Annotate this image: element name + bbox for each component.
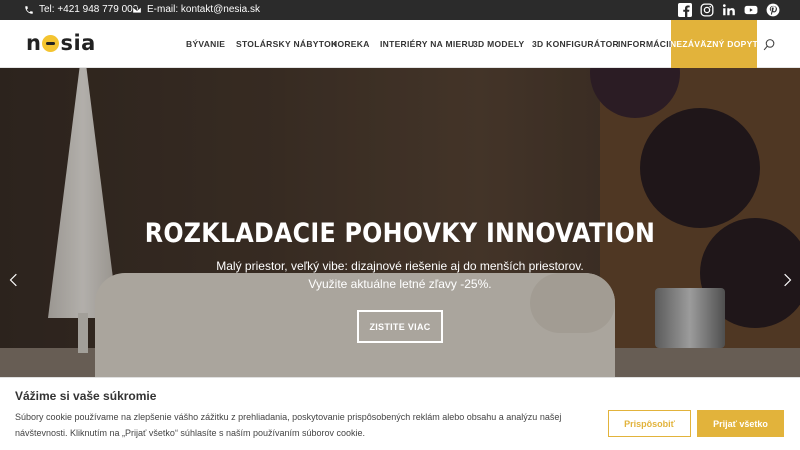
inquiry-button[interactable]: NEZÁVÄZNÝ DOPYT	[670, 20, 758, 68]
nav-item-interiery-na-mieru[interactable]: INTERIÉRY NA MIERU	[380, 39, 474, 49]
hero-subtitle-discount: Využite aktuálne letné zľavy -25%.	[308, 277, 492, 291]
logo-e-mark	[42, 34, 60, 52]
logo-text-left: n	[26, 31, 42, 55]
nav-item-horeka[interactable]: HOREKA	[331, 39, 370, 49]
nav-item-3d-modely[interactable]: 3D MODELY	[473, 39, 525, 49]
phone-icon	[25, 5, 33, 14]
chevron-right-icon	[784, 273, 792, 287]
hero-subtitle: Malý priestor, veľký vibe: dizajnové rie…	[216, 259, 584, 273]
cookie-text-line2: návštevnosti. Kliknutím na „Prijať všetk…	[15, 428, 366, 438]
nav-item-3d-konfigurator[interactable]: 3D KONFIGURÁTOR	[532, 39, 619, 49]
search-icon[interactable]	[763, 38, 776, 51]
logo-text-right: sia	[60, 31, 96, 55]
email-text: E-mail: kontakt@nesia.sk	[147, 4, 260, 15]
nav-item-byvanie[interactable]: BÝVANIE	[186, 39, 225, 49]
phone-contact[interactable]: Tel: +421 948 779 000	[24, 4, 138, 15]
cookie-accept-all-button[interactable]: Prijať všetko	[697, 410, 784, 437]
cookie-title: Vážime si vaše súkromie	[15, 389, 157, 403]
cookie-customize-button[interactable]: Prispôsobiť	[608, 410, 691, 437]
nav-item-stolarsky-nabytok[interactable]: STOLÁRSKY NÁBYTOK	[236, 39, 337, 49]
hero-title: ROZKLADACIE POHOVKY INNOVATION	[144, 218, 656, 249]
learn-more-button[interactable]: ZISTITE VIAC	[357, 310, 443, 343]
pinterest-icon[interactable]	[766, 3, 780, 17]
hero-slider: ROZKLADACIE POHOVKY INNOVATION Malý prie…	[0, 68, 800, 378]
nav-item-informacie[interactable]: INFORMÁCIE	[618, 39, 675, 49]
main-header: n sia BÝVANIE STOLÁRSKY NÁBYTOK HOREKA I…	[0, 20, 800, 68]
cookie-text: Súbory cookie používame na zlepšenie váš…	[15, 412, 562, 422]
linkedin-icon[interactable]	[722, 3, 736, 17]
social-links	[678, 3, 780, 17]
cookie-banner: Vážime si vaše súkromie Súbory cookie po…	[0, 377, 800, 450]
email-contact[interactable]: E-mail: kontakt@nesia.sk	[132, 4, 260, 15]
phone-text: Tel: +421 948 779 000	[39, 4, 139, 15]
nesia-logo[interactable]: n sia	[26, 31, 96, 55]
instagram-icon[interactable]	[700, 3, 714, 17]
youtube-icon[interactable]	[744, 3, 758, 17]
slider-prev-arrow[interactable]	[7, 273, 21, 287]
chevron-left-icon	[9, 273, 17, 287]
slider-next-arrow[interactable]	[780, 273, 794, 287]
top-bar: Tel: +421 948 779 000 E-mail: kontakt@ne…	[0, 0, 800, 20]
envelope-icon	[132, 6, 142, 13]
facebook-icon[interactable]	[678, 3, 692, 17]
